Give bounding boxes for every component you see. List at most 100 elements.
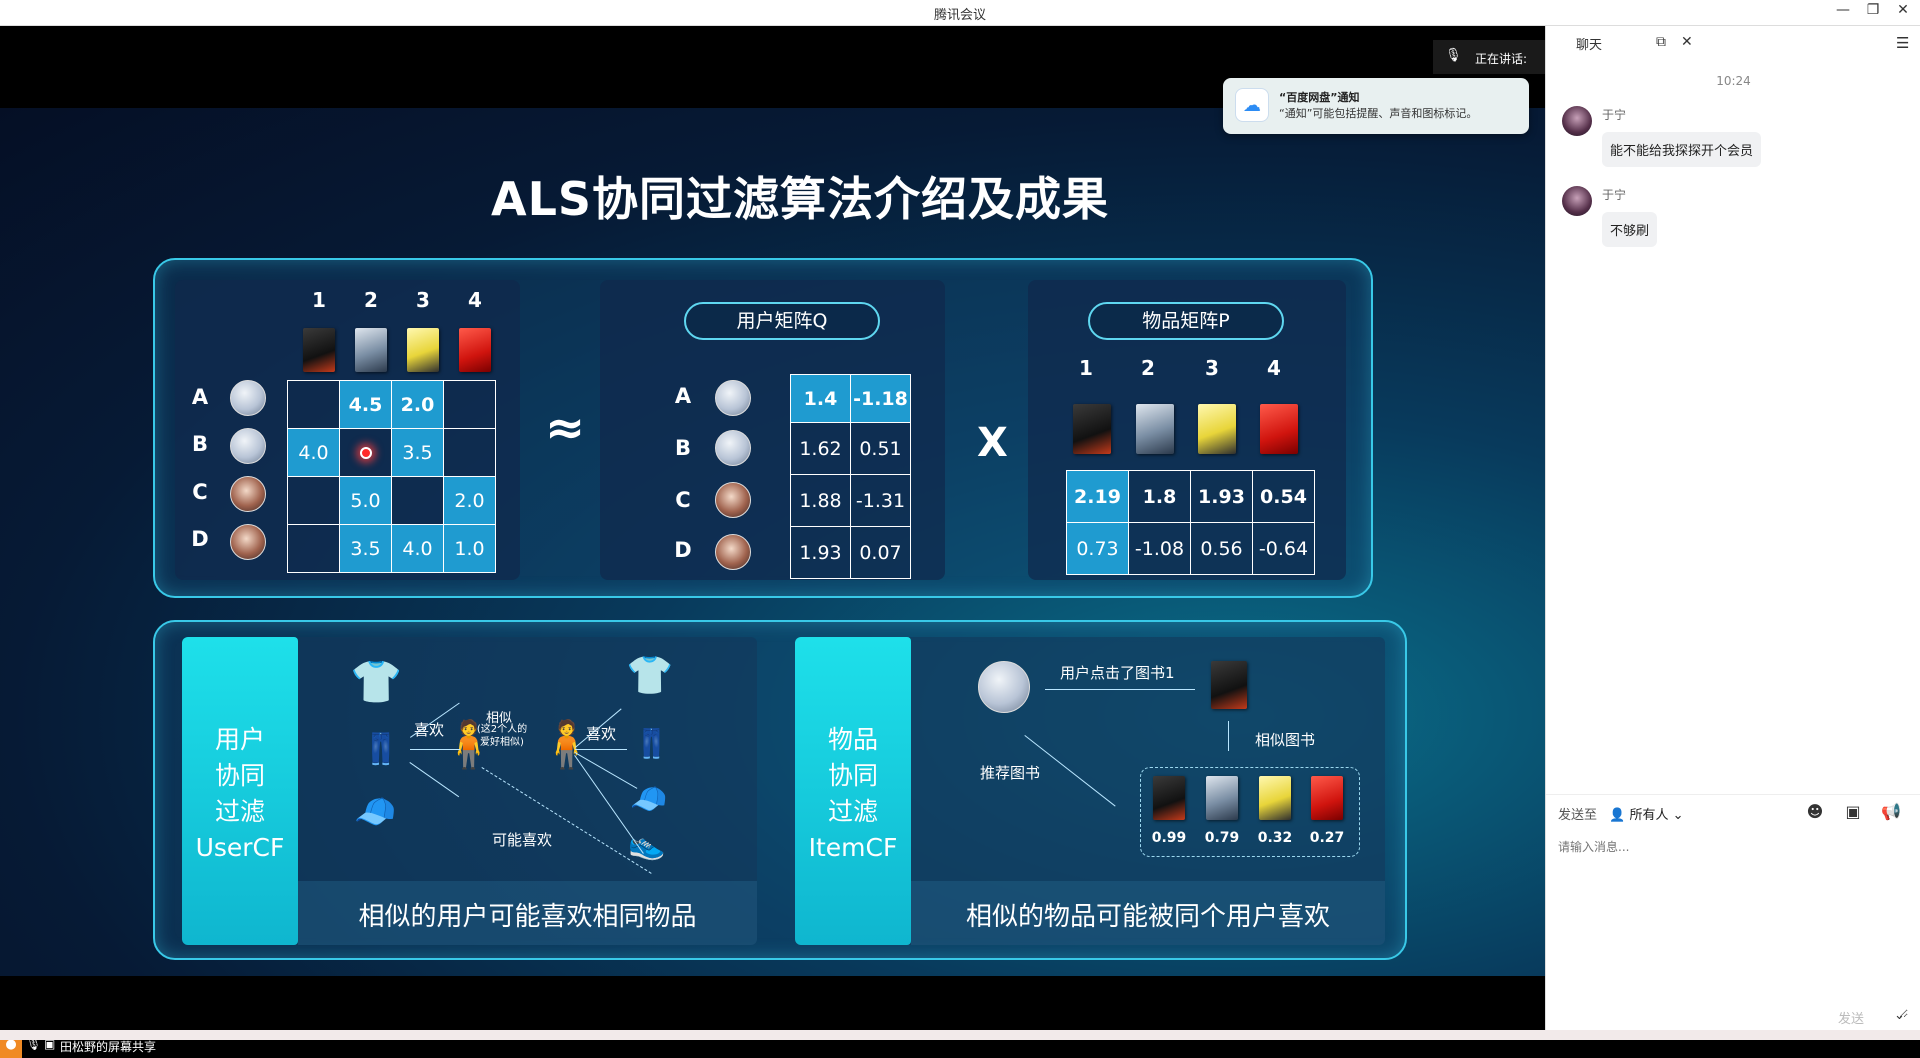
user-avatar-c bbox=[230, 476, 266, 512]
chat-tab[interactable]: 聊天 bbox=[1576, 34, 1602, 53]
recommend-label: 推荐图书 bbox=[980, 764, 1041, 782]
clicked-label: 用户点击了图书1 bbox=[1060, 664, 1175, 682]
user-matrix-title: 用户矩阵Q bbox=[684, 302, 880, 340]
row-label: D bbox=[191, 527, 209, 551]
matrix-cell: 2.0 bbox=[443, 476, 496, 525]
als-matrix-panel: 1 2 3 4 A B C D 4.5 2.0 4.0 3.5 5.0 2.0 … bbox=[153, 258, 1373, 598]
connector-line bbox=[575, 749, 627, 750]
user-matrix-grid: 1.4 -1.18 1.62 0.51 1.88 -1.31 1.93 0.07 bbox=[790, 374, 911, 579]
book-cover-2 bbox=[355, 328, 387, 372]
row-label: B bbox=[674, 436, 691, 460]
notification-body: “通知”可能包括提醒、声音和图标标记。 bbox=[1279, 107, 1478, 120]
item-matrix-grid: 2.19 1.8 1.93 0.54 0.73 -1.08 0.56 -0.64 bbox=[1066, 470, 1315, 575]
col-label: 3 bbox=[416, 288, 430, 312]
similarity-score: 0.99 bbox=[1151, 830, 1187, 846]
book-cover-2 bbox=[1136, 404, 1174, 454]
similar-note: (这2个人的 爱好相似) bbox=[476, 724, 528, 748]
row-label: A bbox=[674, 384, 692, 408]
user-avatar-d bbox=[230, 524, 266, 560]
book-cover-4 bbox=[1260, 404, 1298, 454]
cloud-icon: ☁ bbox=[1235, 88, 1269, 122]
matrix-cell: 4.0 bbox=[287, 428, 340, 477]
file-icon[interactable]: ▣ bbox=[1842, 802, 1864, 824]
system-notification[interactable]: ☁ “百度网盘”通知 “通知”可能包括提醒、声音和图标标记。 bbox=[1223, 78, 1529, 134]
close-icon[interactable]: ✕ bbox=[1681, 34, 1693, 50]
chat-timestamp: 10:24 bbox=[1716, 74, 1751, 88]
mic-icon: 🎙 bbox=[1445, 48, 1462, 63]
matrix-cell: 1.0 bbox=[443, 524, 496, 573]
usercf-caption: 相似的用户可能喜欢相同物品 bbox=[358, 902, 697, 932]
emoji-icon[interactable]: ☻ bbox=[1804, 802, 1826, 824]
matrix-cell: -0.64 bbox=[1252, 522, 1315, 575]
user-avatar-d bbox=[715, 534, 751, 570]
likes-label: 喜欢 bbox=[414, 721, 445, 739]
matrix-cell: 1.8 bbox=[1128, 470, 1191, 523]
likes-label: 喜欢 bbox=[586, 725, 617, 743]
matrix-cell: 0.73 bbox=[1066, 522, 1129, 575]
menu-icon[interactable]: ☰ bbox=[1896, 34, 1909, 52]
book-cover-4 bbox=[1311, 776, 1343, 820]
message-input[interactable] bbox=[1558, 838, 1908, 1018]
col-label: 1 bbox=[312, 288, 326, 312]
book-cover-1 bbox=[303, 328, 335, 372]
col-label: 2 bbox=[364, 288, 378, 312]
presentation-slide: ALS协同过滤算法介绍及成果 1 2 3 4 A B C D 4.5 2.0 4… bbox=[0, 108, 1545, 976]
matrix-cell: 0.56 bbox=[1190, 522, 1253, 575]
arrow-line bbox=[1045, 689, 1195, 690]
close-button[interactable]: ✕ bbox=[1888, 2, 1918, 18]
matrix-cell: 1.93 bbox=[1190, 470, 1253, 523]
send-to-selector[interactable]: 发送至 👤 所有人 ⌄ bbox=[1558, 804, 1684, 823]
matrix-cell: 4.5 bbox=[339, 380, 392, 429]
rating-matrix-box: 1 2 3 4 A B C D 4.5 2.0 4.0 3.5 5.0 2.0 … bbox=[175, 280, 520, 580]
matrix-cell: -1.08 bbox=[1128, 522, 1191, 575]
card-line: 物品 bbox=[827, 725, 878, 754]
col-label: 2 bbox=[1141, 356, 1155, 380]
cap-icon: 🧢 bbox=[354, 792, 397, 832]
matrix-cell: 5.0 bbox=[339, 476, 392, 525]
slide-title: ALS协同过滤算法介绍及成果 bbox=[490, 172, 1110, 226]
book-cover-3 bbox=[1198, 404, 1236, 454]
similar-books-label: 相似图书 bbox=[1255, 731, 1316, 749]
announce-icon[interactable]: 📢 bbox=[1880, 802, 1902, 824]
col-label: 3 bbox=[1205, 356, 1219, 380]
chevron-down-icon[interactable]: ⌄ bbox=[1894, 1008, 1905, 1023]
book-cover-2 bbox=[1206, 776, 1238, 820]
matrix-cell bbox=[287, 476, 340, 525]
send-to-value: 所有人 bbox=[1629, 808, 1669, 823]
send-button[interactable]: 发送 bbox=[1838, 1008, 1864, 1027]
matrix-cell: 3.5 bbox=[339, 524, 392, 573]
chat-panel: 聊天 ⧉ ✕ ☰ 10:24 于宁 能不能给我探探开个会员 于宁 不够刷 发送至… bbox=[1545, 26, 1920, 1030]
laser-pointer bbox=[360, 447, 372, 459]
card-line: 协同 bbox=[214, 761, 265, 790]
matrix-cell: -1.18 bbox=[850, 374, 911, 423]
restore-button[interactable]: ❐ bbox=[1858, 2, 1888, 18]
similarity-score: 0.32 bbox=[1257, 830, 1293, 846]
col-label: 4 bbox=[468, 288, 482, 312]
usercf-box: 用户 协同 过滤 UserCF 👕 👖 🧢 🧍 🧍 👕 👖 🧢 👟 喜欢 相似 … bbox=[182, 637, 757, 945]
book-cover-1 bbox=[1153, 776, 1185, 820]
popout-icon[interactable]: ⧉ bbox=[1656, 34, 1666, 50]
minimize-button[interactable]: — bbox=[1828, 2, 1858, 18]
speaking-label: 正在讲话: bbox=[1475, 52, 1528, 66]
card-line: 协同 bbox=[827, 761, 878, 790]
card-line: 用户 bbox=[214, 725, 265, 754]
chat-divider bbox=[1546, 794, 1920, 795]
user-avatar bbox=[978, 661, 1030, 713]
row-label: A bbox=[191, 385, 209, 409]
message-bubble: 能不能给我探探开个会员 bbox=[1602, 132, 1762, 167]
rating-matrix-grid: 4.5 2.0 4.0 3.5 5.0 2.0 3.5 4.0 1.0 bbox=[287, 380, 496, 573]
person-icon: 👤 bbox=[1609, 808, 1626, 823]
connector-line bbox=[410, 749, 460, 750]
sender-avatar bbox=[1562, 106, 1592, 136]
matrix-cell: 1.4 bbox=[790, 374, 851, 423]
user-avatar-a bbox=[715, 380, 751, 416]
user-avatar-b bbox=[230, 428, 266, 464]
tshirt-icon: 👕 bbox=[350, 657, 403, 706]
recommended-books-box: 0.99 0.79 0.32 0.27 bbox=[1140, 767, 1360, 857]
window-title: 腾讯会议 bbox=[933, 8, 986, 23]
col-label: 4 bbox=[1267, 356, 1281, 380]
col-label: 1 bbox=[1079, 356, 1093, 380]
matrix-cell bbox=[443, 380, 496, 429]
sender-name: 于宁 bbox=[1602, 108, 1627, 122]
matrix-cell bbox=[443, 428, 496, 477]
